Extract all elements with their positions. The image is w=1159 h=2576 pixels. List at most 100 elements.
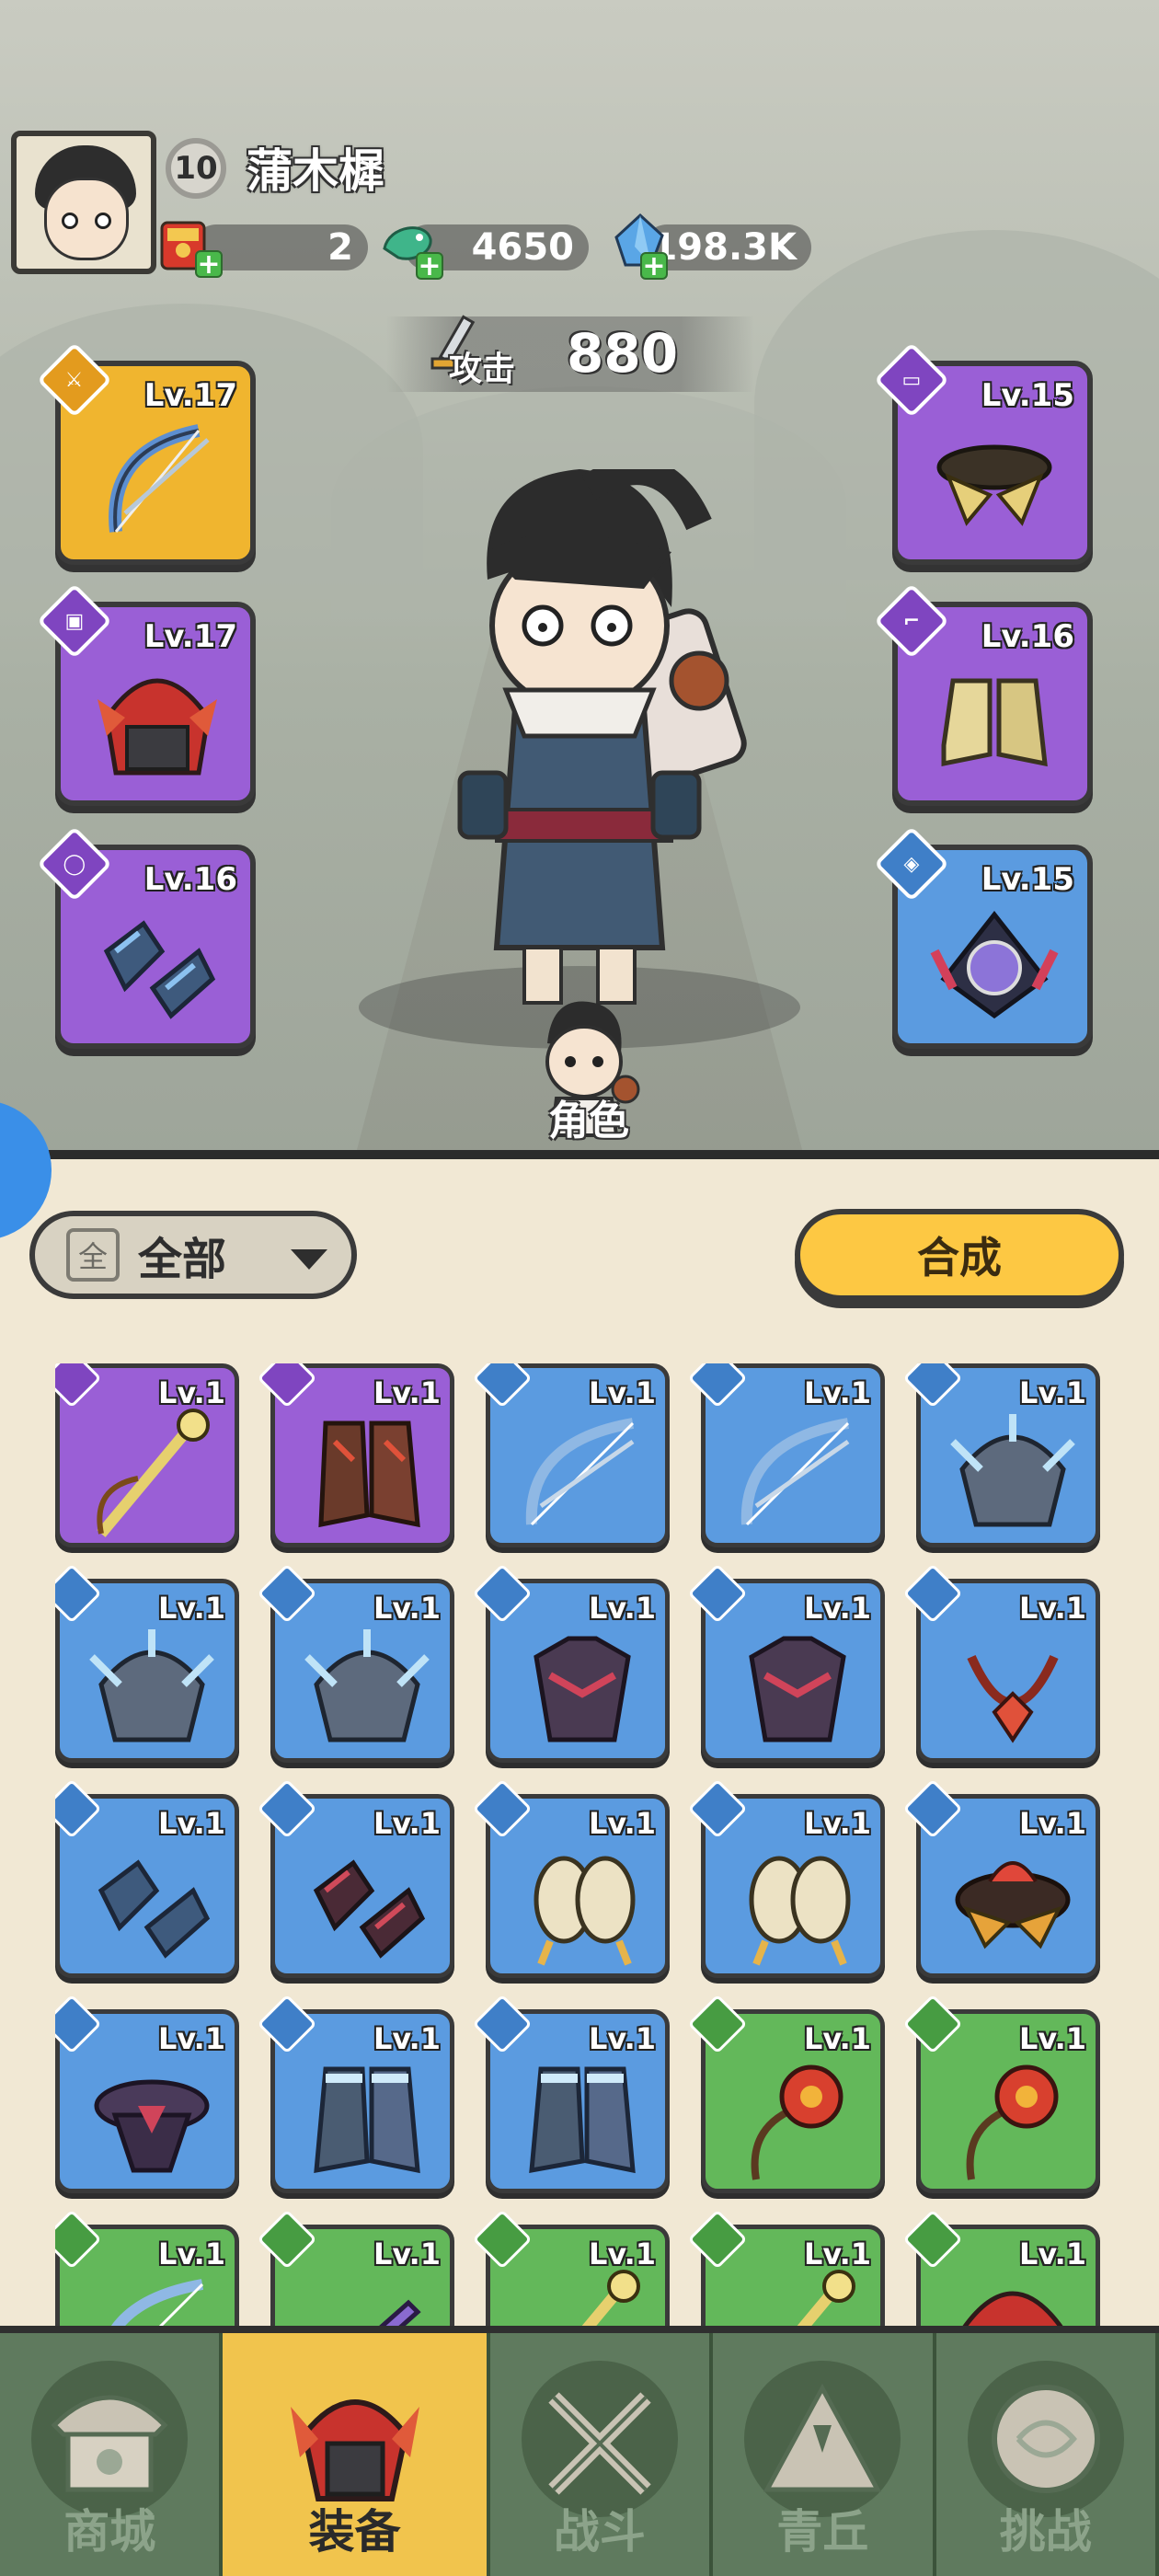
filter-all-icon: 全 bbox=[66, 1228, 120, 1282]
staff-icon bbox=[796, 2270, 855, 2328]
necklace-icon bbox=[967, 1654, 1059, 1743]
item-level: Lv.1 bbox=[157, 2021, 225, 2056]
nav-tab-challenge[interactable]: 挑战 bbox=[935, 2333, 1159, 2576]
inventory-grid: Lv.1 Lv.1 Lv.1 Lv.1 Lv.1 Lv.1 Lv.1 Lv.1 … bbox=[55, 1363, 1122, 2328]
scene-divider bbox=[0, 1150, 1159, 1159]
item-level: Lv.1 bbox=[1018, 2237, 1086, 2271]
inventory-item-staff[interactable]: Lv.1 bbox=[472, 2209, 670, 2328]
equipped-amulet-slot[interactable]: ◈ Lv.15 bbox=[873, 825, 1093, 1049]
equipped-helmet-slot[interactable]: ▣ Lv.17 bbox=[36, 582, 256, 806]
inventory-item-boots[interactable]: Lv.1 bbox=[257, 1363, 454, 1547]
inventory-item-gloves[interactable]: Lv.1 bbox=[687, 1778, 885, 1978]
nav-tab-battle[interactable]: 战斗 bbox=[489, 2333, 714, 2576]
inventory-item-bow[interactable]: Lv.1 bbox=[472, 1363, 670, 1547]
item-level: Lv.1 bbox=[1018, 2021, 1086, 2056]
inventory-item-helmet[interactable]: Lv.1 bbox=[902, 2209, 1100, 2328]
inventory-item-flower-whip[interactable]: Lv.1 bbox=[902, 1994, 1100, 2193]
inventory-item-necklace[interactable]: Lv.1 bbox=[902, 1563, 1100, 1763]
attack-label: 攻击 bbox=[449, 351, 516, 388]
item-level: Lv.1 bbox=[373, 1375, 441, 1410]
item-level: Lv.1 bbox=[157, 1591, 225, 1626]
helmet-icon bbox=[950, 1414, 1075, 1527]
boots-icon bbox=[529, 2066, 636, 2174]
category-filter-dropdown[interactable]: 全 全部 bbox=[29, 1211, 357, 1299]
inventory-item-bracers[interactable]: Lv.1 bbox=[55, 1778, 239, 1978]
nav-label: 青丘 bbox=[776, 2505, 869, 2559]
compose-button[interactable]: 合成 bbox=[795, 1209, 1124, 1301]
add-jade-coin-button[interactable]: + bbox=[416, 252, 443, 281]
item-level: Lv.1 bbox=[803, 2237, 871, 2271]
inventory-item-armor[interactable]: Lv.1 bbox=[472, 1563, 670, 1763]
item-level: Lv.1 bbox=[588, 2021, 656, 2056]
boots-icon bbox=[318, 1420, 420, 1528]
bow-icon bbox=[740, 1418, 850, 1526]
role-tab-label[interactable]: 角色 bbox=[548, 1087, 629, 1146]
item-level: Lv.1 bbox=[373, 1806, 441, 1841]
item-level: Lv.1 bbox=[1018, 1375, 1086, 1410]
inventory-item-belt[interactable]: Lv.1 bbox=[55, 1994, 239, 2193]
inventory-item-bracers[interactable]: Lv.1 bbox=[257, 1778, 454, 1978]
inventory-item-helmet[interactable]: Lv.1 bbox=[902, 1363, 1100, 1547]
flower-whip-icon bbox=[751, 2064, 843, 2180]
inventory-item-belt[interactable]: Lv.1 bbox=[902, 1778, 1100, 1978]
belt-icon bbox=[936, 444, 1052, 526]
inventory-item-helmet[interactable]: Lv.1 bbox=[55, 1563, 239, 1763]
inventory-item-boots[interactable]: Lv.1 bbox=[472, 1994, 670, 2193]
nav-tab-qingqiu[interactable]: 青丘 bbox=[713, 2333, 936, 2576]
inventory-item-armor[interactable]: Lv.1 bbox=[687, 1563, 885, 1763]
slot-level: Lv.17 bbox=[143, 618, 237, 655]
equipped-boots-slot[interactable]: ⌐ Lv.16 bbox=[873, 582, 1093, 806]
bracers-icon bbox=[98, 1859, 211, 1959]
item-level: Lv.1 bbox=[157, 1806, 225, 1841]
equipped-belt-slot[interactable]: ▭ Lv.15 bbox=[873, 341, 1093, 565]
equipped-bracers-slot[interactable]: ◯ Lv.16 bbox=[36, 825, 256, 1049]
inventory-item-staff[interactable]: Lv.1 bbox=[55, 1363, 239, 1547]
inventory-item-gloves[interactable]: Lv.1 bbox=[472, 1778, 670, 1978]
player-character bbox=[457, 469, 747, 1005]
gloves-icon bbox=[534, 1856, 636, 1966]
shop-icon bbox=[51, 2395, 168, 2492]
player-avatar[interactable] bbox=[11, 131, 156, 274]
slot-level: Lv.16 bbox=[981, 618, 1074, 655]
bow-icon bbox=[109, 2279, 204, 2328]
inventory-item-bow[interactable]: Lv.1 bbox=[687, 1363, 885, 1547]
add-red-envelope-button[interactable]: + bbox=[195, 250, 223, 279]
armor-icon bbox=[534, 1636, 631, 1742]
armor-icon bbox=[749, 1636, 846, 1742]
item-level: Lv.1 bbox=[1018, 1591, 1086, 1626]
add-crystal-button[interactable]: + bbox=[640, 252, 668, 281]
bottom-navigation: 商城 装备 战斗 青丘 挑战 bbox=[0, 2326, 1159, 2576]
belt-icon bbox=[955, 1861, 1071, 1949]
nav-label: 挑战 bbox=[999, 2505, 1092, 2559]
gloves-icon bbox=[749, 1856, 851, 1966]
nav-tab-equipment[interactable]: 装备 bbox=[223, 2333, 490, 2576]
helmet-icon bbox=[89, 1629, 214, 1742]
item-level: Lv.1 bbox=[157, 1375, 225, 1410]
inventory-item-flower-whip[interactable]: Lv.1 bbox=[687, 1994, 885, 2193]
item-level: Lv.1 bbox=[373, 1591, 441, 1626]
nav-label: 装备 bbox=[308, 2505, 401, 2559]
attack-value: 880 bbox=[567, 322, 679, 385]
bracers-icon bbox=[313, 1859, 426, 1959]
bow-icon bbox=[525, 1418, 635, 1526]
item-level: Lv.1 bbox=[803, 1591, 871, 1626]
item-level: Lv.1 bbox=[1018, 1806, 1086, 1841]
inventory-item-staff[interactable]: Lv.1 bbox=[687, 2209, 885, 2328]
chevron-down-icon bbox=[291, 1249, 327, 1270]
inventory-item-bow[interactable]: Lv.1 bbox=[55, 2209, 239, 2328]
item-level: Lv.1 bbox=[803, 1806, 871, 1841]
player-level-badge: 10 bbox=[166, 138, 226, 199]
inventory-item-boots[interactable]: Lv.1 bbox=[257, 1994, 454, 2193]
item-level: Lv.1 bbox=[588, 1591, 656, 1626]
nav-label: 战斗 bbox=[553, 2505, 646, 2559]
item-level: Lv.1 bbox=[588, 1375, 656, 1410]
equipped-weapon-slot[interactable]: ⚔ Lv.17 bbox=[36, 341, 256, 565]
nav-tab-shop[interactable]: 商城 bbox=[0, 2333, 224, 2576]
boots-icon bbox=[314, 2066, 420, 2174]
inventory-item-sword[interactable]: Lv.1 bbox=[257, 2209, 454, 2328]
inventory-item-helmet[interactable]: Lv.1 bbox=[257, 1563, 454, 1763]
helmet-icon bbox=[961, 2291, 1064, 2328]
item-level: Lv.1 bbox=[803, 1375, 871, 1410]
slot-level: Lv.15 bbox=[981, 861, 1074, 898]
mountain-icon bbox=[763, 2383, 882, 2492]
